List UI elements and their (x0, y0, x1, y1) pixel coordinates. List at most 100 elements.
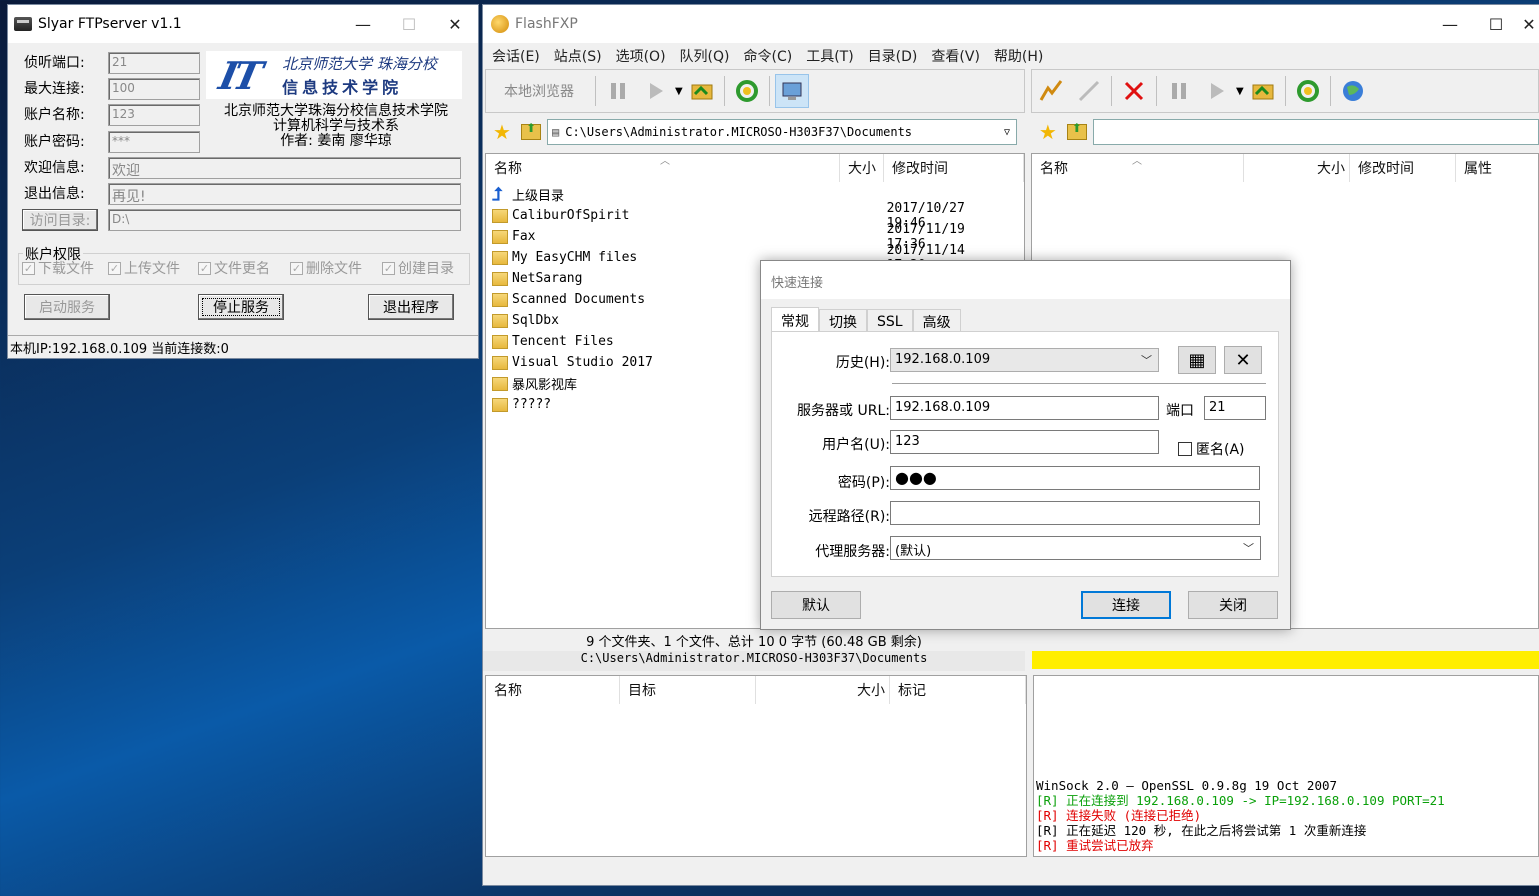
folder-icon (492, 208, 508, 223)
chevron-down-icon[interactable]: ▼ (675, 86, 683, 97)
perm-mkdir[interactable]: ✓ 创建目录 (382, 258, 454, 278)
col-flag[interactable]: 标记 (890, 676, 1026, 704)
username-field[interactable]: 123 (890, 430, 1159, 454)
col-size[interactable]: 大小 (756, 676, 890, 704)
disconnect-icon[interactable] (1072, 74, 1106, 108)
menu-help[interactable]: 帮助(H) (987, 46, 1050, 66)
local-browser-button[interactable]: 本地浏览器 (486, 81, 592, 101)
connect-icon[interactable] (1034, 74, 1068, 108)
proxy-combo[interactable]: (默认) ﹀ (890, 536, 1261, 560)
port-field[interactable]: 21 (1204, 396, 1266, 420)
perm-label: 上传文件 (124, 261, 180, 277)
menubar: 会话(E) 站点(S) 选项(O) 队列(Q) 命令(C) 工具(T) 目录(D… (483, 43, 1539, 68)
close-icon[interactable]: ✕ (1519, 5, 1539, 43)
transfer-folder-icon[interactable] (1246, 74, 1280, 108)
transfer-folder-icon[interactable] (685, 74, 719, 108)
perm-upload[interactable]: ✓ 上传文件 (108, 258, 180, 278)
perm-delete[interactable]: ✓ 删除文件 (290, 258, 362, 278)
menu-options[interactable]: 选项(O) (609, 46, 673, 66)
tab-general[interactable]: 常规 (771, 307, 819, 333)
menu-tools[interactable]: 工具(T) (799, 46, 860, 66)
abort-icon[interactable] (1117, 74, 1151, 108)
account-name-field[interactable]: 123 (108, 104, 200, 126)
clear-history-button[interactable]: ✕ (1224, 346, 1262, 374)
close-button[interactable]: 关闭 (1188, 591, 1278, 619)
history-combo[interactable]: 192.168.0.109 ﹀ (890, 348, 1159, 372)
perm-download[interactable]: ✓ 下载文件 (22, 258, 94, 278)
chevron-down-icon[interactable]: ▼ (1236, 86, 1244, 97)
refresh-icon[interactable] (730, 74, 764, 108)
globe-icon[interactable] (1336, 74, 1370, 108)
tab-ssl[interactable]: SSL (867, 309, 913, 333)
menu-queue[interactable]: 队列(Q) (673, 46, 737, 66)
col-size[interactable]: 大小 (1244, 154, 1350, 182)
exit-message-field[interactable]: 再见! (108, 183, 461, 205)
col-target[interactable]: 目标 (620, 676, 756, 704)
checkbox-checked-icon: ✓ (22, 261, 35, 275)
flashfxp-titlebar[interactable]: FlashFXP — ☐ ✕ (483, 5, 1539, 43)
account-password-field[interactable]: *** (108, 131, 200, 153)
remote-path-label: 远程路径(R): (808, 509, 890, 525)
listen-port-field[interactable]: 21 (108, 52, 200, 74)
minimize-icon[interactable]: — (340, 5, 386, 43)
col-size[interactable]: 大小 (840, 154, 884, 182)
menu-sites[interactable]: 站点(S) (547, 46, 609, 66)
local-browser-icon[interactable] (774, 74, 809, 108)
col-modified[interactable]: 修改时间 (1350, 154, 1456, 182)
refresh-icon[interactable] (1291, 74, 1325, 108)
dialog-title[interactable]: 快速连接 (761, 261, 1290, 299)
perm-label: 创建目录 (398, 261, 454, 277)
exit-program-button[interactable]: 退出程序 (368, 294, 454, 320)
logo-line-university: 北京师范大学 珠海分校 (282, 54, 437, 73)
visit-directory-button[interactable]: 访问目录: (22, 209, 98, 231)
site-manager-button[interactable]: ▦ (1178, 346, 1216, 374)
listen-port-label: 侦听端口: (24, 55, 85, 71)
perm-label: 删除文件 (306, 261, 362, 277)
col-modified[interactable]: 修改时间 (884, 154, 1024, 182)
perm-rename[interactable]: ✓ 文件更名 (198, 258, 270, 278)
slyar-titlebar[interactable]: Slyar FTPserver v1.1 — ☐ ✕ (8, 5, 478, 43)
folder-summary-path: C:\Users\Administrator.MICROSO-H303F37\D… (483, 651, 1025, 671)
server-field[interactable]: 192.168.0.109 (890, 396, 1159, 420)
log-line: WinSock 2.0 — OpenSSL 0.9.8g 19 Oct 2007 (1036, 778, 1338, 793)
checkbox-unchecked-icon (1178, 442, 1192, 456)
max-connections-label: 最大连接: (24, 81, 85, 97)
stop-service-button[interactable]: 停止服务 (198, 294, 284, 320)
pause-icon[interactable] (1162, 74, 1196, 108)
start-service-button[interactable]: 启动服务 (24, 294, 110, 320)
default-button[interactable]: 默认 (771, 591, 861, 619)
tab-advanced[interactable]: 高级 (912, 309, 961, 333)
favorites-star-icon[interactable]: ★ (489, 120, 515, 144)
remote-path-field[interactable] (890, 501, 1260, 525)
visit-directory-field[interactable]: D:\ (108, 209, 461, 231)
server-app-icon (14, 17, 32, 31)
logo-line-institute: 信息技术学院 (282, 77, 403, 97)
close-icon[interactable]: ✕ (432, 5, 478, 43)
credits-line: 北京师范大学珠海分校信息技术学院 (224, 103, 448, 119)
transfer-play-icon[interactable] (1200, 74, 1234, 108)
favorites-star-icon[interactable]: ★ (1035, 120, 1061, 144)
remote-path-combo[interactable] (1092, 119, 1539, 145)
checkbox-checked-icon: ✓ (382, 261, 395, 275)
menu-view[interactable]: 查看(V) (924, 46, 987, 66)
menu-directory[interactable]: 目录(D) (861, 46, 925, 66)
parent-folder-icon[interactable] (521, 121, 541, 140)
max-connections-field[interactable]: 100 (108, 78, 200, 100)
quick-connect-dialog: 快速连接 常规 切换 SSL 高级 历史(H): 192.168.0.109 ﹀… (760, 260, 1291, 630)
transfer-play-icon[interactable] (639, 74, 673, 108)
anonymous-checkbox[interactable]: 匿名(A) (1178, 439, 1245, 459)
welcome-message-field[interactable]: 欢迎 (108, 157, 461, 179)
pause-icon[interactable] (601, 74, 635, 108)
account-name-label: 账户名称: (24, 107, 85, 123)
menu-session[interactable]: 会话(E) (485, 46, 547, 66)
menu-commands[interactable]: 命令(C) (737, 46, 800, 66)
col-name[interactable]: 名称 (486, 676, 620, 704)
col-attributes[interactable]: 属性 (1456, 154, 1539, 182)
password-field[interactable]: ●●● (890, 466, 1260, 490)
local-path-combo[interactable]: ▤ C:\Users\Administrator.MICROSO-H303F37… (547, 119, 1017, 145)
parent-folder-icon[interactable] (1066, 121, 1087, 140)
connect-button[interactable]: 连接 (1081, 591, 1171, 619)
tab-switch[interactable]: 切换 (819, 309, 867, 333)
minimize-icon[interactable]: — (1427, 5, 1473, 43)
maximize-icon[interactable]: ☐ (1473, 5, 1519, 43)
